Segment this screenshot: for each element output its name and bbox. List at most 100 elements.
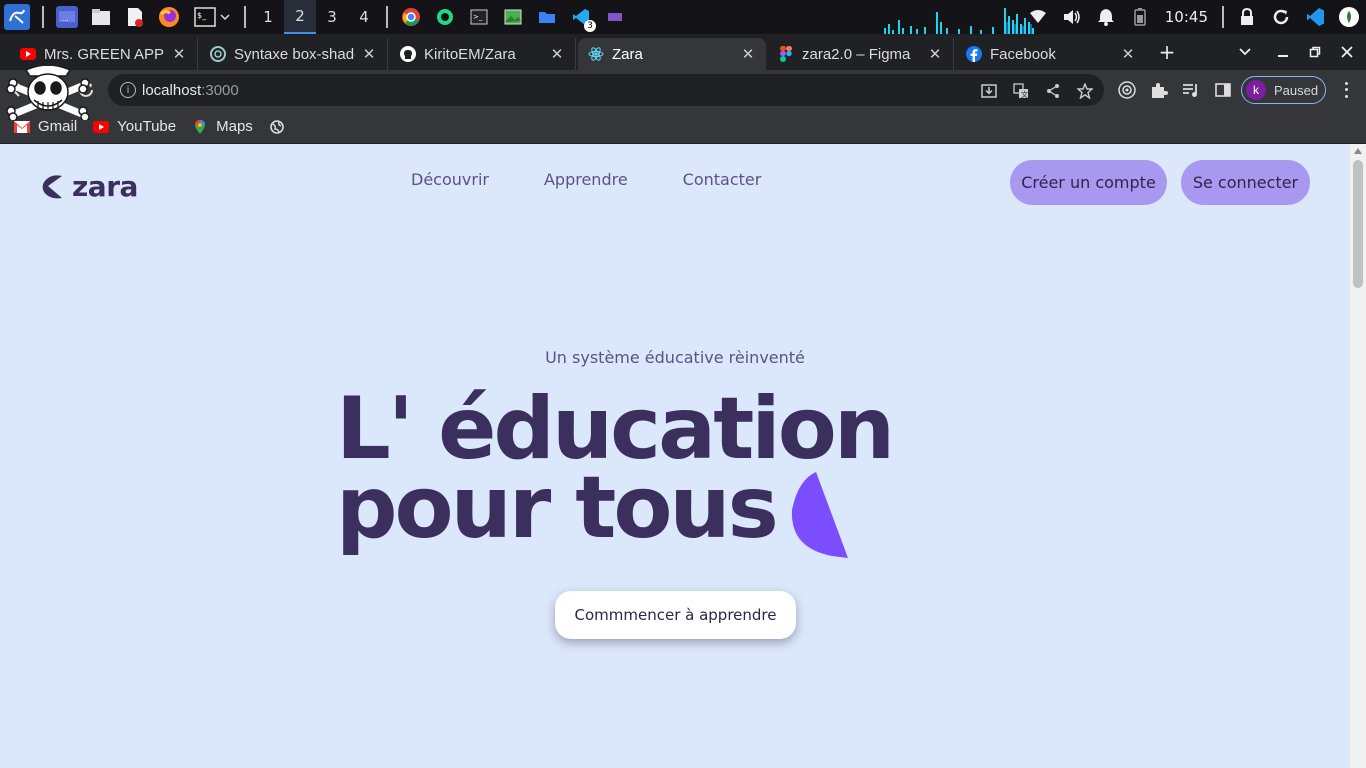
- install-app-icon[interactable]: [980, 82, 998, 100]
- start-learning-button[interactable]: Commmencer à apprendre: [555, 591, 796, 639]
- tab-zara[interactable]: Zara ✕: [578, 38, 766, 70]
- tab-label: KiritoEM/Zara: [424, 45, 516, 63]
- globe-icon: [269, 119, 285, 134]
- url-host: localhost: [142, 81, 202, 99]
- login-button[interactable]: Se connecter: [1181, 160, 1310, 205]
- close-icon[interactable]: ✕: [1120, 45, 1136, 63]
- desktop-icon[interactable]: ...: [56, 6, 78, 28]
- refresh-icon[interactable]: [1268, 0, 1294, 34]
- bell-icon[interactable]: [1093, 0, 1119, 34]
- close-icon[interactable]: ✕: [927, 45, 943, 63]
- media-controls-icon[interactable]: [1181, 80, 1201, 100]
- tab-label: zara2.0 – Figma: [802, 45, 911, 63]
- terminal-small-icon[interactable]: >_: [468, 6, 490, 28]
- folder-icon[interactable]: [536, 6, 558, 28]
- decorative-half-circle-shape: [791, 472, 848, 558]
- browser-menu-icon[interactable]: [1338, 80, 1354, 100]
- zara-logo-icon: [42, 174, 62, 198]
- nav-link-contacter[interactable]: Contacter: [683, 170, 762, 189]
- scrollbar-thumb[interactable]: [1353, 160, 1363, 288]
- skull-crossbones-icon: [6, 66, 90, 120]
- side-panel-icon[interactable]: [1213, 80, 1233, 100]
- wifi-icon[interactable]: [1025, 0, 1051, 34]
- bookmark-youtube[interactable]: YouTube: [93, 118, 176, 135]
- site-nav: Découvrir Apprendre Contacter: [411, 170, 816, 189]
- tray-separator: [1222, 6, 1224, 28]
- tab-label: Syntaxe box-shadow: [234, 45, 355, 63]
- svg-text:>_: >_: [473, 13, 483, 21]
- bookmark-gmail[interactable]: Gmail: [14, 118, 77, 135]
- gmail-icon: [14, 120, 30, 134]
- text-editor-icon[interactable]: [124, 6, 146, 28]
- signup-button[interactable]: Créer un compte: [1010, 160, 1167, 205]
- restore-button[interactable]: [1299, 34, 1331, 70]
- share-icon[interactable]: [1044, 82, 1062, 100]
- youtube-icon: [93, 120, 110, 134]
- tab-chatgpt[interactable]: Syntaxe box-shadow ✕: [200, 38, 388, 70]
- react-icon: [588, 46, 604, 62]
- image-viewer-icon[interactable]: [502, 6, 524, 28]
- close-icon[interactable]: ✕: [740, 45, 756, 63]
- power-icon[interactable]: [1336, 0, 1362, 34]
- bookmark-star-icon[interactable]: [1076, 82, 1094, 100]
- tab-figma[interactable]: zara2.0 – Figma ✕: [768, 38, 954, 70]
- maps-icon: [192, 119, 208, 134]
- new-tab-button[interactable]: +: [1151, 34, 1183, 70]
- workspace-3[interactable]: 3: [316, 0, 348, 34]
- pycharm-icon[interactable]: [434, 6, 456, 28]
- workspace-4[interactable]: 4: [348, 0, 380, 34]
- chrome-icon[interactable]: [400, 6, 422, 28]
- browser-toolbar: i localhost:3000 文 k Paused: [0, 70, 1366, 110]
- close-window-button[interactable]: [1331, 34, 1363, 70]
- extension-target-icon[interactable]: [1117, 80, 1137, 100]
- hero-tagline: Un système éducative rèinventé: [545, 348, 805, 367]
- tab-label: Facebook: [990, 45, 1056, 63]
- tab-facebook[interactable]: Facebook ✕: [956, 38, 1146, 70]
- minimize-button[interactable]: [1267, 34, 1299, 70]
- nav-link-apprendre[interactable]: Apprendre: [544, 170, 628, 189]
- tab-label: Zara: [612, 45, 643, 63]
- workspace-2[interactable]: 2: [284, 0, 316, 34]
- site-info-icon[interactable]: i: [120, 82, 136, 98]
- close-icon[interactable]: ✕: [171, 45, 187, 63]
- bookmark-label: YouTube: [117, 118, 177, 135]
- workspace-1[interactable]: 1: [252, 0, 284, 34]
- vscode-icon[interactable]: 3: [570, 6, 596, 32]
- vscode-tray-icon[interactable]: [1302, 0, 1328, 34]
- battery-icon[interactable]: [1127, 0, 1153, 34]
- firefox-icon[interactable]: [158, 6, 180, 28]
- page-scrollbar[interactable]: [1350, 144, 1366, 768]
- url-port: :3000: [201, 81, 239, 99]
- browser-tab-strip: Mrs. GREEN APPLE ✕ Syntaxe box-shadow ✕ …: [0, 34, 1366, 70]
- bookmark-maps[interactable]: Maps: [192, 118, 253, 135]
- kali-menu-icon[interactable]: [4, 4, 30, 30]
- zara-logo-text: zara: [72, 170, 138, 203]
- network-activity-graph: [884, 8, 1034, 34]
- taskbar-separator: [386, 6, 388, 28]
- profile-button[interactable]: k Paused: [1241, 76, 1326, 104]
- screen-icon[interactable]: [604, 6, 626, 28]
- clock[interactable]: 10:45: [1165, 8, 1208, 26]
- extensions-puzzle-icon[interactable]: [1149, 80, 1169, 100]
- terminal-icon[interactable]: $_: [192, 6, 232, 28]
- files-icon[interactable]: [90, 6, 112, 28]
- vscode-badge: 3: [584, 20, 596, 32]
- address-bar[interactable]: i localhost:3000 文: [108, 74, 1104, 106]
- svg-text:文: 文: [1021, 90, 1028, 99]
- svg-text:...: ...: [62, 15, 69, 23]
- close-icon[interactable]: ✕: [361, 45, 377, 63]
- translate-icon[interactable]: 文: [1012, 82, 1030, 100]
- nav-link-decouvrir[interactable]: Découvrir: [411, 170, 489, 189]
- bookmarks-bar: Gmail YouTube Maps: [0, 110, 1366, 144]
- tab-github[interactable]: KiritoEM/Zara ✕: [390, 38, 576, 70]
- svg-text:$_: $_: [197, 11, 207, 20]
- zara-logo[interactable]: zara: [40, 170, 138, 203]
- close-icon[interactable]: ✕: [549, 45, 565, 63]
- lock-icon[interactable]: [1234, 0, 1260, 34]
- volume-icon[interactable]: [1059, 0, 1085, 34]
- tab-search-chevron-icon[interactable]: [1229, 34, 1261, 70]
- bookmark-globe[interactable]: [269, 119, 293, 134]
- os-taskbar: ... $_ 1 2 3 4 >_ 3 10:45: [0, 0, 1366, 34]
- facebook-icon: [966, 46, 982, 62]
- scroll-up-arrow-icon[interactable]: [1354, 148, 1362, 154]
